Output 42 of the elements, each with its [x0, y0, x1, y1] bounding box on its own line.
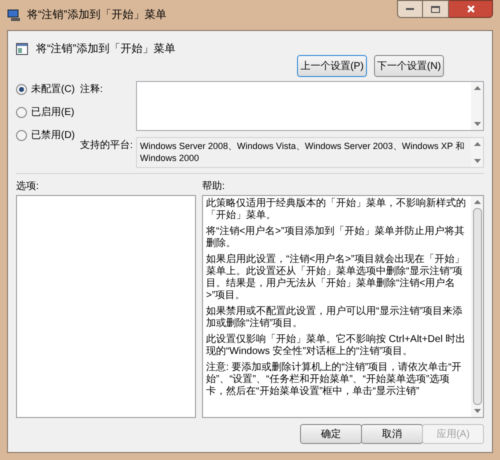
maximize-icon — [431, 6, 440, 12]
policy-title: 将“注销”添加到「开始」菜单 — [36, 42, 176, 57]
radio-button[interactable] — [16, 84, 27, 95]
scrollbar[interactable] — [471, 138, 483, 167]
help-paragraph: 此策略仅适用于经典版本的「开始」菜单，不影响新样式的「开始」菜单。 — [206, 198, 467, 222]
minimize-icon — [406, 8, 414, 10]
scrollbar[interactable] — [471, 82, 483, 130]
window-title: 将“注销”添加到「开始」菜单 — [27, 8, 166, 23]
options-label: 选项: — [16, 180, 40, 193]
comment-field[interactable] — [136, 81, 484, 131]
minimize-button[interactable] — [397, 0, 423, 18]
dialog-button[interactable]: 确定 — [300, 424, 362, 444]
help-label: 帮助: — [202, 180, 226, 193]
scroll-up-icon[interactable] — [474, 142, 480, 146]
maximize-button[interactable] — [423, 0, 449, 18]
platform-text: Windows Server 2008、Windows Vista、Windows Server 2003、Windows XP 和 Windows 2000 — [139, 140, 466, 165]
policy-icon — [16, 43, 28, 56]
scroll-down-icon[interactable] — [474, 159, 480, 163]
comment-label: 注释: — [80, 82, 104, 97]
help-paragraph: 如果禁用或不配置此设置，用户可以用“显示注销”项目来添加或删除“注销”项目。 — [206, 306, 464, 330]
radio-option[interactable]: 已启用(E) — [16, 105, 80, 120]
scroll-down-icon[interactable] — [474, 122, 480, 126]
scroll-up-icon[interactable] — [474, 86, 480, 90]
scroll-thumb[interactable] — [472, 208, 482, 405]
platform-label: 支持的平台: — [80, 138, 134, 153]
radio-button[interactable] — [16, 130, 27, 141]
scroll-up-icon[interactable] — [474, 200, 480, 204]
help-paragraph: 注意: 要添加或删除计算机上的“注销”项目，请依次单击“开始”、“设置”、“任务栏和开始菜单”、“开始菜单选项”选项卡，然后在“开始菜单设置”框中，单击“显示注销” — [206, 362, 463, 398]
radio-button[interactable] — [16, 107, 27, 118]
help-paragraph: 将“注销<用户名>”项目添加到「开始」菜单并防止用户将其删除。 — [206, 226, 466, 250]
computer-icon — [7, 8, 21, 22]
help-paragraph: 此设置仅影响「开始」菜单。它不影响按 Ctrl+Alt+Del 时出现的“Windows 安全性”对话框上的“注销”项目。 — [206, 334, 466, 358]
dialog-button[interactable]: 取消 — [361, 424, 423, 444]
radio-option[interactable]: 已禁用(D) — [16, 128, 80, 143]
nav-button[interactable]: 上一个设置(P) — [297, 55, 367, 77]
close-button[interactable] — [449, 0, 493, 18]
radio-option[interactable]: 未配置(C) — [16, 82, 80, 97]
scrollbar[interactable] — [471, 196, 483, 417]
nav-button[interactable]: 下一个设置(N) — [374, 55, 444, 77]
scroll-down-icon[interactable] — [474, 409, 480, 413]
close-icon — [466, 5, 474, 13]
help-paragraph: 如果启用此设置，“注销<用户名>”项目就会出现在「开始」菜单上。此设置还从「开始」菜单选项中删除“显示注销”项目。结果是，用户无法从「开始」菜单删除“注销<用户名>”项目。 — [206, 254, 466, 302]
